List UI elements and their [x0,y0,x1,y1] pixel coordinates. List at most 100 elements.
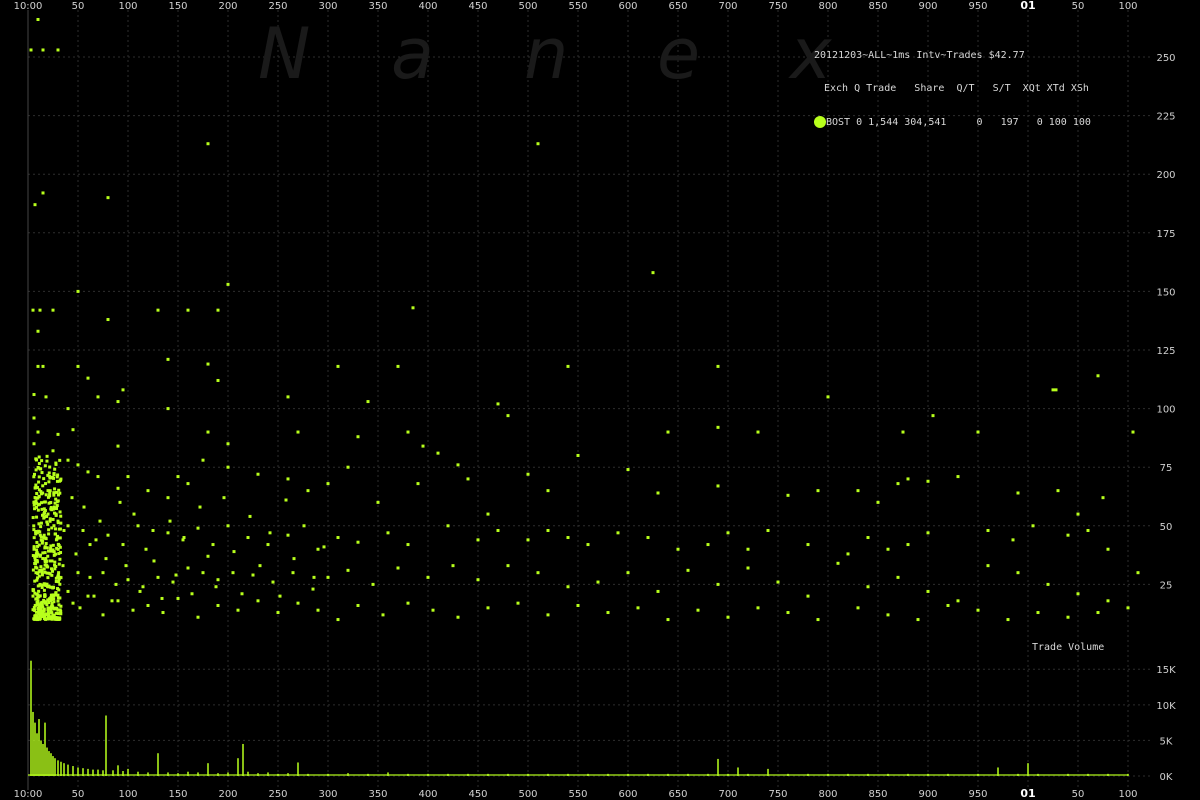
trade-point [32,554,35,557]
x-tick-label-bottom: 800 [818,789,837,800]
trade-point [39,584,42,587]
watermark-letter: a [391,13,434,95]
trade-point [127,475,130,478]
trade-point [1012,538,1015,541]
x-tick-label-bottom: 900 [918,789,937,800]
trade-point [717,365,720,368]
trade-point [35,552,38,555]
trade-point [42,365,45,368]
trade-point [36,572,39,575]
watermark: Nanex [258,13,832,95]
trade-point [727,616,730,619]
trade-point [867,585,870,588]
trade-point [37,481,40,484]
trade-point [1037,611,1040,614]
trade-point [207,363,210,366]
trade-point [857,606,860,609]
trade-point [42,48,45,51]
watermark-letter: N [258,13,310,95]
volume-bar [105,716,107,777]
trade-point [105,557,108,560]
trade-point [58,459,61,462]
trade-point [537,142,540,145]
trade-point [477,538,480,541]
trade-point [53,614,56,617]
trade-point [477,578,480,581]
x-tick-label: 50 [72,1,85,12]
trade-point [317,548,320,551]
volume-bar [40,740,42,776]
trade-point [59,515,62,518]
trade-point [327,482,330,485]
trade-point [177,475,180,478]
trade-point [1047,583,1050,586]
trade-point [55,607,58,610]
trade-point [48,491,51,494]
trade-point [357,604,360,607]
trade-point [43,589,46,592]
y-tick-label: 150 [1156,287,1175,298]
trade-point [79,606,82,609]
trade-point [652,271,655,274]
trade-point [40,471,43,474]
trade-point [452,564,455,567]
trade-point [587,543,590,546]
trade-point [35,541,38,544]
trade-point [41,514,44,517]
trade-point [35,502,38,505]
trade-point [30,48,33,51]
trade-point [757,606,760,609]
trade-point [223,496,226,499]
trade-point [58,558,61,561]
trade-point [82,529,85,532]
trade-point [197,616,200,619]
trade-point [53,507,56,510]
trade-point [35,492,38,495]
trade-point [272,581,275,584]
trade-point [957,475,960,478]
x-tick-label: 400 [418,1,437,12]
trade-point [827,395,830,398]
y-tick-label: 75 [1160,463,1173,474]
trade-point [41,573,44,576]
trade-point [38,488,41,491]
trade-point [183,536,186,539]
trade-point [717,426,720,429]
trade-point [677,548,680,551]
trade-point [167,407,170,410]
trade-point [1107,548,1110,551]
trade-point [47,601,50,604]
trade-point [34,598,37,601]
trade-point [907,543,910,546]
trade-point [537,571,540,574]
trade-point [517,602,520,605]
trade-point [32,608,35,611]
trade-point [217,604,220,607]
trade-point [687,569,690,572]
trade-point [417,482,420,485]
trade-point [57,600,60,603]
trade-point [39,467,42,470]
trade-point [777,581,780,584]
trade-point [45,460,48,463]
trade-point [125,564,128,567]
trade-point [46,546,49,549]
trade-point [52,586,55,589]
trade-point [35,579,38,582]
trade-point [77,463,80,466]
trade-point [867,536,870,539]
trade-point [32,569,35,572]
trade-point [347,466,350,469]
trade-point [139,590,142,593]
trade-point [1087,529,1090,532]
trade-point [44,509,47,512]
trade-point [41,484,44,487]
trade-point [1137,571,1140,574]
volume-bar [32,712,34,776]
trade-point [48,502,51,505]
x-tick-label: 950 [968,1,987,12]
trade-point [227,442,230,445]
trade-point [241,592,244,595]
x-tick-label: 150 [168,1,187,12]
trade-point [95,538,98,541]
